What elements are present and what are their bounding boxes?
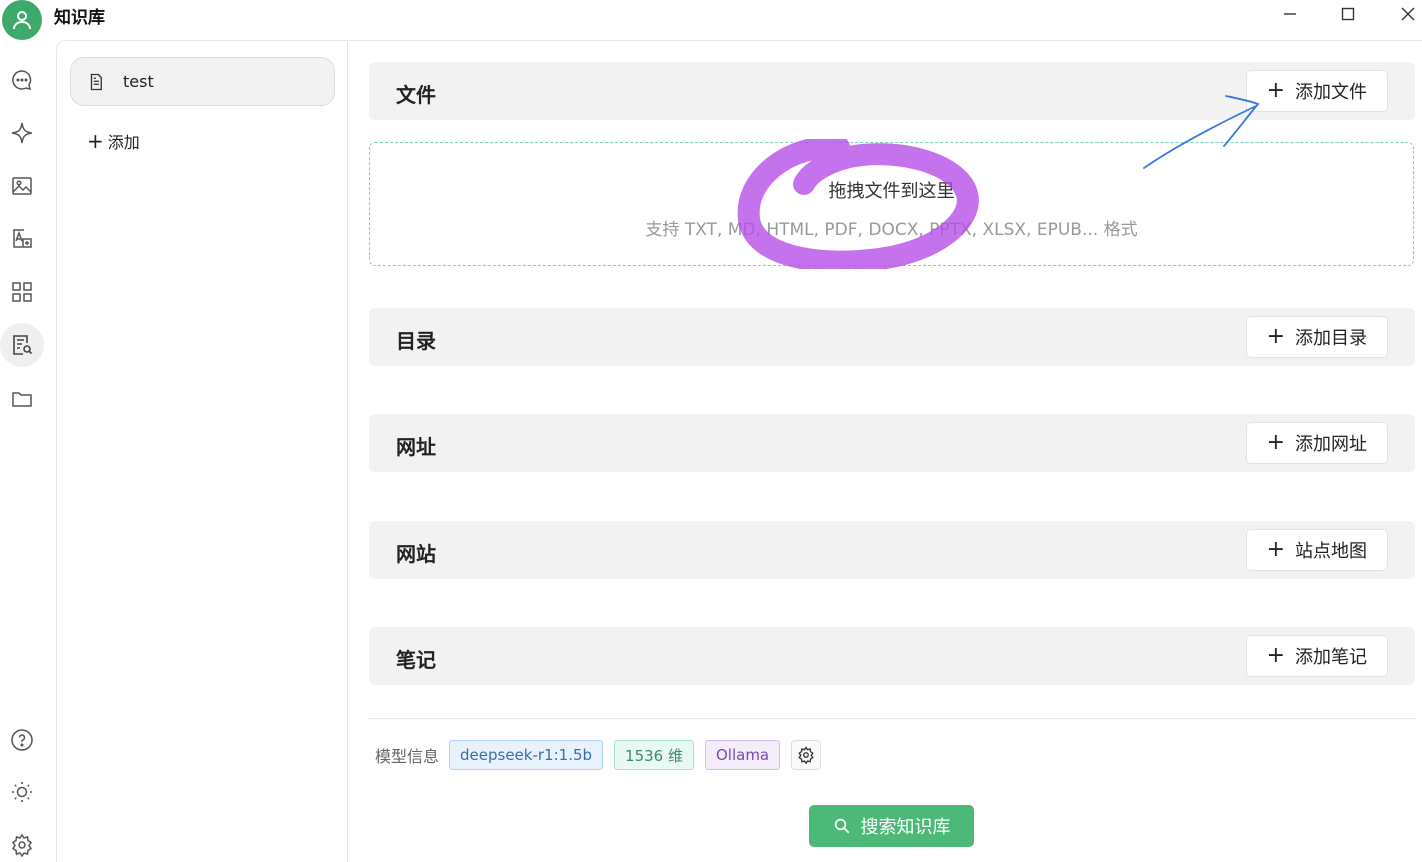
rail-translate[interactable] <box>0 217 44 261</box>
search-knowledge-button[interactable]: 搜索知识库 <box>809 805 974 847</box>
settings-gear-icon <box>11 833 33 857</box>
add-kb-button[interactable]: + 添加 <box>87 129 140 153</box>
add-note-button[interactable]: + 添加笔记 <box>1245 635 1388 677</box>
rail-apps[interactable] <box>0 270 44 314</box>
dropzone-subtitle: 支持 TXT, MD, HTML, PDF, DOCX, PPTX, XLSX,… <box>645 220 1138 240</box>
search-button-label: 搜索知识库 <box>860 817 951 838</box>
model-tag: deepseek-r1:1.5b <box>449 740 604 770</box>
model-info-row: 模型信息 deepseek-r1:1.5b 1536 维 Ollama <box>375 739 822 771</box>
chat-icon <box>12 70 32 91</box>
section-title: 网站 <box>396 542 436 566</box>
provider-tag: Ollama <box>704 740 781 770</box>
rail-images[interactable] <box>0 164 44 208</box>
maximize-button[interactable] <box>1320 0 1376 28</box>
section-title: 笔记 <box>396 648 436 672</box>
model-settings-button[interactable] <box>791 740 822 770</box>
button-label: 添加笔记 <box>1295 647 1367 668</box>
add-directory-button[interactable]: + 添加目录 <box>1245 316 1388 358</box>
close-button[interactable] <box>1380 0 1422 28</box>
gear-icon <box>798 746 814 764</box>
file-dropzone[interactable]: 拖拽文件到这里 支持 TXT, MD, HTML, PDF, DOCX, PPT… <box>369 142 1414 266</box>
sparkle-icon <box>11 122 33 144</box>
dropzone-title: 拖拽文件到这里 <box>828 181 955 202</box>
section-title: 目录 <box>396 329 436 353</box>
document-icon <box>90 73 102 90</box>
plus-icon: + <box>1266 430 1285 455</box>
add-file-button[interactable]: + 添加文件 <box>1245 70 1388 112</box>
plus-icon: + <box>1266 537 1285 562</box>
close-icon <box>1401 7 1415 21</box>
section-website: 网站 + 站点地图 <box>369 521 1415 579</box>
button-label: 添加目录 <box>1295 328 1367 349</box>
kb-item-name: test <box>123 72 154 91</box>
user-icon <box>13 11 31 30</box>
plus-icon: + <box>1266 324 1285 349</box>
rail-theme[interactable] <box>0 770 44 814</box>
rail-settings[interactable] <box>0 823 44 862</box>
button-label: 添加文件 <box>1295 82 1367 103</box>
section-files: 文件 + 添加文件 <box>369 62 1415 120</box>
section-url: 网址 + 添加网址 <box>369 414 1415 472</box>
add-url-button[interactable]: + 添加网址 <box>1245 422 1388 464</box>
button-label: 添加网址 <box>1295 434 1367 455</box>
search-icon <box>834 818 849 834</box>
section-notes: 笔记 + 添加笔记 <box>369 627 1415 685</box>
icon-rail <box>0 40 56 862</box>
rail-chat[interactable] <box>0 58 44 102</box>
folder-icon <box>12 392 32 407</box>
maximize-icon <box>1341 7 1355 21</box>
plus-icon: + <box>87 129 104 153</box>
minimize-button[interactable] <box>1262 0 1318 28</box>
plus-icon: + <box>1266 78 1285 103</box>
translate-icon <box>13 229 32 248</box>
rail-assistant[interactable] <box>0 111 44 155</box>
rail-knowledge[interactable] <box>0 323 44 367</box>
plus-icon: + <box>1266 643 1285 668</box>
kb-item[interactable]: test <box>70 57 335 106</box>
app-title: 知识库 <box>54 8 105 28</box>
section-directory: 目录 + 添加目录 <box>369 308 1415 366</box>
main-content: 文件 + 添加文件 拖拽文件到这里 支持 TXT, MD, HTML, PDF,… <box>349 40 1422 862</box>
dimensions-tag: 1536 维 <box>614 740 694 770</box>
divider <box>369 718 1415 719</box>
section-title: 网址 <box>396 435 436 459</box>
title-bar: 知识库 <box>0 0 1422 40</box>
model-info-label: 模型信息 <box>375 747 440 766</box>
button-label: 站点地图 <box>1295 541 1367 562</box>
section-title: 文件 <box>396 83 436 107</box>
image-icon <box>12 177 32 195</box>
knowledge-search-icon <box>13 335 33 355</box>
avatar[interactable] <box>2 0 42 40</box>
minimize-icon <box>1284 13 1296 15</box>
add-kb-label: 添加 <box>107 133 140 152</box>
rail-files[interactable] <box>0 377 44 421</box>
knowledge-sidebar: test + 添加 <box>56 40 348 862</box>
help-icon <box>11 729 33 751</box>
theme-sun-icon <box>12 782 32 802</box>
apps-grid-icon <box>12 282 32 302</box>
rail-help[interactable] <box>0 718 44 762</box>
sitemap-button[interactable]: + 站点地图 <box>1245 529 1388 571</box>
